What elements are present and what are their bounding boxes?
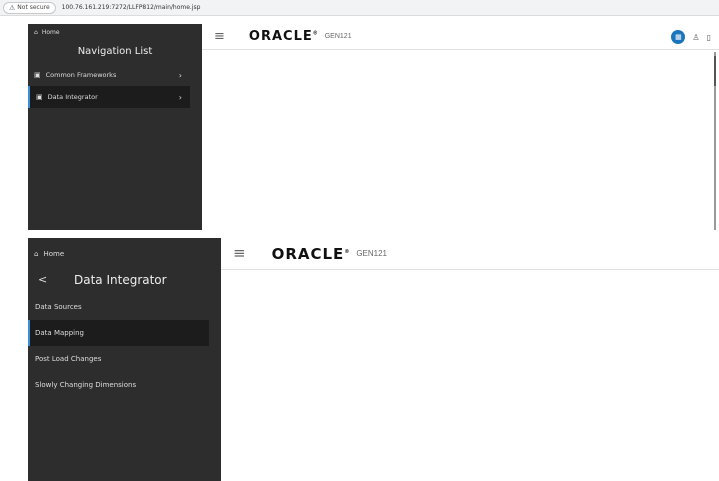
header-actions: ▦ ♙ ▯ <box>671 30 711 44</box>
warning-icon: ⚠ <box>9 3 16 12</box>
data-integrator-screen: ⌂ Home < Data Integrator Data Sources Da… <box>0 236 719 481</box>
home-label: Home <box>43 250 65 258</box>
home-link[interactable]: ⌂ Home <box>34 250 64 258</box>
menu-item-label: Data Sources <box>35 303 82 311</box>
menu-item-label: Post Load Changes <box>35 355 102 363</box>
navigation-sidebar: ⌂ Home Navigation List ▣ Common Framewor… <box>28 24 202 230</box>
url-text[interactable]: 100.76.161.219:7272/LLFP812/main/home.js… <box>62 4 201 11</box>
product-name: GEN121 <box>356 249 387 258</box>
nav-item-label: Data Integrator <box>47 93 98 101</box>
menu-item-label: Slowly Changing Dimensions <box>35 381 137 389</box>
nav-item-data-integrator[interactable]: ▣ Data Integrator › <box>28 86 190 108</box>
hamburger-menu-icon[interactable]: ≡ <box>233 246 246 261</box>
back-chevron-icon[interactable]: < <box>38 273 47 286</box>
calendar-icon: ▣ <box>36 93 43 101</box>
oracle-logo: ORACLE® <box>248 29 319 44</box>
menu-item-slowly-changing-dimensions[interactable]: Slowly Changing Dimensions <box>28 372 209 398</box>
menu-item-data-mapping[interactable]: Data Mapping <box>28 320 209 346</box>
oracle-logo: ORACLE® <box>271 244 351 263</box>
menu-item-post-load-changes[interactable]: Post Load Changes <box>28 346 209 372</box>
home-icon: ⌂ <box>34 250 39 258</box>
not-secure-label: Not secure <box>17 4 50 11</box>
chevron-right-icon: › <box>178 70 182 80</box>
data-integrator-sidebar: ⌂ Home < Data Integrator Data Sources Da… <box>28 238 221 481</box>
navigation-list-screen: ⌂ Home Navigation List ▣ Common Framewor… <box>0 16 719 232</box>
nav-item-common-frameworks[interactable]: ▣ Common Frameworks › <box>28 64 190 86</box>
home-link[interactable]: ⌂ Home <box>34 29 60 36</box>
product-name: GEN121 <box>324 33 352 40</box>
home-icon: ⌂ <box>34 29 38 36</box>
user-icon[interactable]: ♙ <box>692 33 699 42</box>
calendar-icon: ▣ <box>34 71 41 79</box>
navigation-list-title: Navigation List <box>77 46 153 57</box>
browser-address-bar: ⚠ Not secure 100.76.161.219:7272/LLFP812… <box>0 0 719 16</box>
not-secure-badge[interactable]: ⚠ Not secure <box>3 1 56 14</box>
top-header: ≡ ORACLE® GEN121 ▦ ♙ ▯ <box>202 24 719 50</box>
menu-item-label: Data Mapping <box>35 329 84 337</box>
scrollbar-thumb[interactable] <box>714 56 716 86</box>
hamburger-menu-icon[interactable]: ≡ <box>214 30 225 43</box>
chevron-right-icon: › <box>178 92 182 102</box>
nav-item-label: Common Frameworks <box>45 71 117 79</box>
menu-item-data-sources[interactable]: Data Sources <box>28 294 209 320</box>
help-book-icon[interactable]: ▯ <box>707 33 711 42</box>
top-header: ≡ ORACLE® GEN121 <box>221 238 719 270</box>
apps-grid-icon[interactable]: ▦ <box>671 30 686 44</box>
data-integrator-title: Data Integrator <box>74 273 167 287</box>
home-label: Home <box>41 29 60 36</box>
